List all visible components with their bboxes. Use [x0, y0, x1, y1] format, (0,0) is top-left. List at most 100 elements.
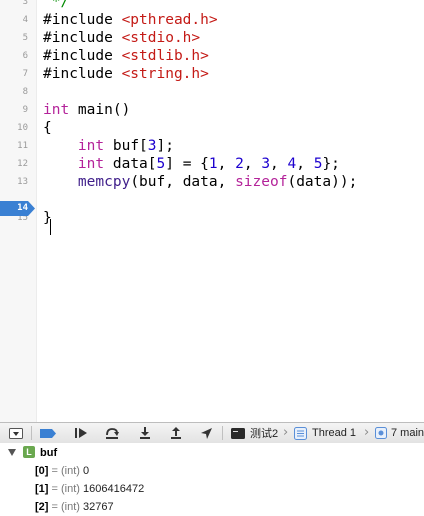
- step-over-icon: [106, 427, 119, 439]
- variable-name: [1]: [35, 483, 49, 495]
- code-token: ,: [296, 156, 314, 172]
- source-editor[interactable]: 3 */ 4 #include <pthread.h> 5 #include <stdi…: [0, 0, 424, 423]
- code-token: (data));: [287, 174, 358, 190]
- code-token: 3: [147, 138, 157, 154]
- code-token: buf[: [104, 138, 148, 154]
- code-token: 2: [235, 156, 244, 172]
- code-token: <stdlib.h>: [121, 48, 209, 64]
- variable-value: 32767: [83, 501, 114, 513]
- code-text: int data[5] = {1, 2, 3, 4, 5};: [43, 155, 340, 173]
- line-number: 3: [22, 0, 28, 7]
- code-line[interactable]: 13 memcpy(buf, data, sizeof(data));: [0, 173, 424, 191]
- code-token: };: [322, 156, 340, 172]
- continue-icon: [75, 428, 87, 438]
- code-token: {: [43, 120, 52, 136]
- code-line[interactable]: 12 int data[5] = {1, 2, 3, 4, 5};: [0, 155, 424, 173]
- line-number: 4: [22, 15, 28, 25]
- breadcrumb-thread[interactable]: Thread 1: [294, 423, 356, 443]
- disclosure-triangle-icon[interactable]: [8, 449, 16, 456]
- step-into-button[interactable]: [136, 425, 154, 441]
- breakpoints-toggle-icon: [40, 428, 56, 438]
- thread-icon: [294, 426, 307, 440]
- code-token: 5: [156, 156, 166, 172]
- code-line[interactable]: 4 #include <pthread.h>: [0, 11, 424, 29]
- breakpoint-line-number: 14: [17, 203, 28, 213]
- line-number: 7: [22, 69, 28, 79]
- code-text: */: [43, 0, 69, 11]
- code-token: 3: [261, 156, 271, 172]
- line-number: 10: [17, 123, 28, 133]
- code-line[interactable]: 7 #include <string.h>: [0, 65, 424, 83]
- code-line[interactable]: 6 #include <stdlib.h>: [0, 47, 424, 65]
- breakpoint-marker[interactable]: 14: [0, 201, 35, 216]
- code-line[interactable]: 15}: [0, 209, 424, 227]
- toolbar-separator: [222, 426, 223, 440]
- variable-name: [2]: [35, 501, 49, 513]
- variable-type: (int): [61, 465, 80, 477]
- local-variable-badge-icon: L: [23, 446, 35, 458]
- step-over-button[interactable]: [103, 425, 121, 441]
- breakpoints-toggle-button[interactable]: [38, 425, 58, 441]
- code-token: int: [77, 138, 105, 154]
- list-item[interactable]: [2] = (int) 32767: [35, 498, 114, 516]
- line-number: 9: [22, 105, 28, 115]
- step-out-icon: [171, 427, 181, 439]
- variable-value: 1606416472: [83, 483, 145, 495]
- breadcrumb-frame-label: 7 main: [391, 427, 424, 439]
- code-token: <stdio.h>: [121, 30, 201, 46]
- code-token: ,: [270, 156, 288, 172]
- code-text: #include <pthread.h>: [43, 11, 218, 29]
- code-text: {: [43, 119, 52, 137]
- code-line[interactable]: 11 int buf[3];: [0, 137, 424, 155]
- variable-type: (int): [61, 501, 80, 513]
- breadcrumb-target[interactable]: 测试2: [231, 423, 278, 443]
- code-token: 1: [208, 156, 218, 172]
- code-token: #include: [43, 66, 122, 82]
- line-number: 5: [22, 33, 28, 43]
- code-line[interactable]: 3 */: [0, 0, 424, 11]
- line-number: 13: [17, 177, 28, 187]
- list-item[interactable]: [1] = (int) 1606416472: [35, 480, 144, 498]
- code-token: (buf, data,: [130, 174, 236, 190]
- code-token: sizeof: [235, 174, 288, 190]
- variable-type: (int): [61, 483, 80, 495]
- code-token: main(): [69, 102, 131, 118]
- code-line[interactable]: 5 #include <stdio.h>: [0, 29, 424, 47]
- variable-name: [0]: [35, 465, 49, 477]
- code-token: #include: [43, 12, 122, 28]
- code-line[interactable]: [0, 191, 424, 209]
- debug-toolbar: 测试2 › Thread 1 › 7 main: [0, 422, 424, 444]
- code-token: data[: [104, 156, 157, 172]
- list-item[interactable]: [0] = (int) 0: [35, 462, 89, 480]
- code-text: int main(): [43, 101, 130, 119]
- hide-debug-area-icon: [9, 427, 23, 439]
- stack-frame-icon: [375, 427, 387, 439]
- code-token: int: [77, 156, 105, 172]
- code-text: #include <string.h>: [43, 65, 209, 83]
- code-text: #include <stdlib.h>: [43, 47, 209, 65]
- variable-name: buf: [40, 447, 58, 459]
- step-into-icon: [140, 427, 150, 439]
- step-out-button[interactable]: [167, 425, 185, 441]
- code-line[interactable]: 10 {: [0, 119, 424, 137]
- code-line[interactable]: 9 int main(): [0, 101, 424, 119]
- code-text: memcpy(buf, data, sizeof(data));: [43, 173, 357, 191]
- breadcrumb-frame[interactable]: 7 main: [375, 423, 424, 443]
- code-token: ] = {: [165, 156, 209, 172]
- hide-debug-area-button[interactable]: [7, 425, 25, 441]
- code-token: ,: [217, 156, 236, 172]
- continue-button[interactable]: [72, 425, 90, 441]
- variable-value: 0: [83, 465, 90, 477]
- code-token: ,: [243, 156, 262, 172]
- variable-row-buf[interactable]: L buf: [0, 444, 424, 462]
- code-line[interactable]: 8: [0, 83, 424, 101]
- code-text: int buf[3];: [43, 137, 174, 155]
- breadcrumb-target-label: 测试2: [250, 428, 279, 440]
- line-number: 6: [22, 51, 28, 61]
- text-cursor: [50, 219, 51, 235]
- simulate-location-button[interactable]: [197, 425, 215, 441]
- terminal-icon: [231, 427, 245, 439]
- line-number: 12: [17, 159, 28, 169]
